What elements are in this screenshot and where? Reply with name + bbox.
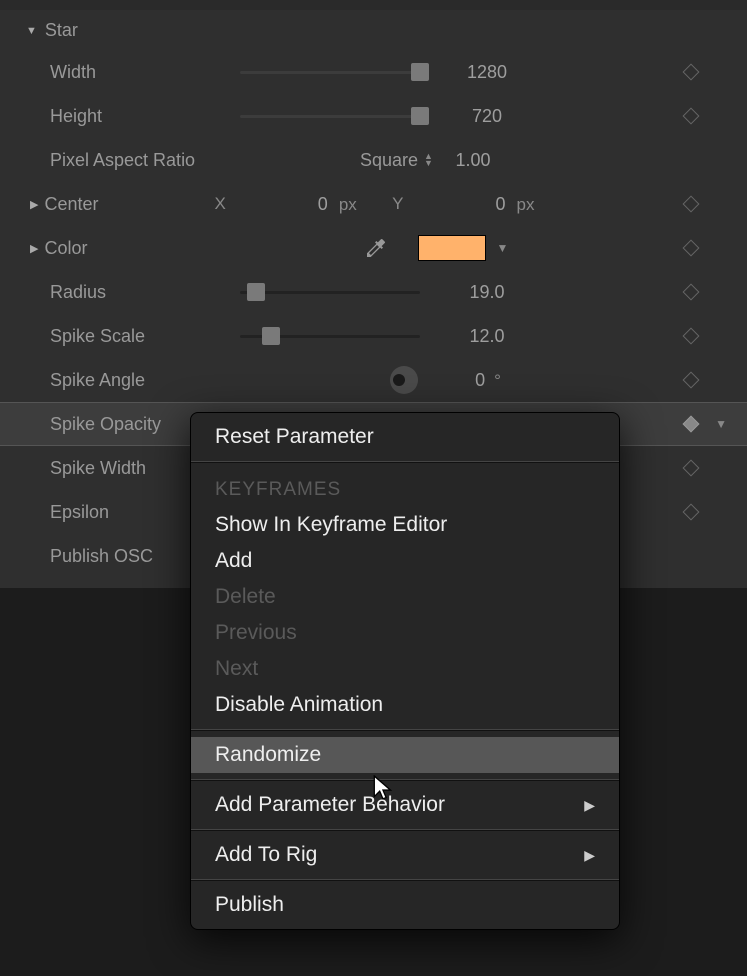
param-label: Color (44, 238, 214, 259)
param-label: Width (50, 62, 240, 83)
spike-scale-slider[interactable] (240, 335, 420, 338)
unit-label: px (339, 195, 357, 214)
menu-label: Add To Rig (215, 843, 317, 867)
radius-slider[interactable] (240, 291, 420, 294)
degree-unit: ° (494, 371, 501, 390)
menu-add-to-rig[interactable]: Add To Rig ▶ (191, 837, 619, 873)
menu-label: Add Parameter Behavior (215, 793, 445, 817)
unit-label: px (517, 195, 535, 214)
menu-previous-keyframe: Previous (191, 615, 619, 651)
menu-separator (191, 829, 619, 831)
param-label: Pixel Aspect Ratio (50, 150, 240, 171)
center-y-value[interactable]: 0 (445, 194, 505, 215)
param-row-center: Center X 0 px Y 0 px (0, 182, 747, 226)
width-slider[interactable] (240, 71, 420, 74)
group-header[interactable]: Star (0, 10, 747, 50)
param-row-height: Height 720 (0, 94, 747, 138)
width-value[interactable]: 1280 (432, 62, 542, 83)
radius-value[interactable]: 19.0 (432, 282, 542, 303)
context-menu: Reset Parameter KEYFRAMES Show In Keyfra… (190, 412, 620, 930)
group-title: Star (45, 20, 78, 41)
param-row-color: Color ▼ (0, 226, 747, 270)
submenu-arrow-icon: ▶ (584, 847, 595, 864)
param-label: Center (44, 194, 214, 215)
menu-add-parameter-behavior[interactable]: Add Parameter Behavior ▶ (191, 787, 619, 823)
stepper-icon: ▲▼ (424, 153, 433, 167)
disclosure-closed-icon[interactable] (30, 197, 38, 212)
slider-thumb[interactable] (262, 327, 280, 345)
disclosure-open-icon[interactable] (26, 23, 37, 38)
aspect-option: Square (360, 150, 418, 171)
y-axis-label: Y (392, 194, 410, 214)
param-label: Spike Angle (50, 370, 240, 391)
menu-separator (191, 461, 619, 463)
angle-dial[interactable] (390, 366, 418, 394)
param-row-spike-scale: Spike Scale 12.0 (0, 314, 747, 358)
center-xy-control: X 0 px Y 0 px (214, 194, 534, 215)
menu-randomize[interactable]: Randomize (191, 737, 619, 773)
height-slider[interactable] (240, 115, 420, 118)
param-label: Spike Scale (50, 326, 240, 347)
menu-section-keyframes: KEYFRAMES (191, 469, 619, 507)
param-row-aspect: Pixel Aspect Ratio Square ▲▼ 1.00 (0, 138, 747, 182)
aspect-value[interactable]: 1.00 (433, 150, 513, 171)
menu-next-keyframe: Next (191, 651, 619, 687)
height-value[interactable]: 720 (432, 106, 542, 127)
angle-number: 0 (475, 370, 485, 390)
eyedropper-icon[interactable] (364, 236, 388, 260)
submenu-arrow-icon: ▶ (584, 797, 595, 814)
menu-delete-keyframe: Delete (191, 579, 619, 615)
color-swatch[interactable] (418, 235, 486, 261)
param-row-radius: Radius 19.0 (0, 270, 747, 314)
disclosure-closed-icon[interactable] (30, 241, 38, 256)
spike-angle-value[interactable]: 0 ° (438, 370, 538, 391)
slider-thumb[interactable] (247, 283, 265, 301)
spike-scale-value[interactable]: 12.0 (432, 326, 542, 347)
menu-separator (191, 879, 619, 881)
menu-reset-parameter[interactable]: Reset Parameter (191, 419, 619, 455)
menu-show-in-keyframe-editor[interactable]: Show In Keyframe Editor (191, 507, 619, 543)
aspect-dropdown[interactable]: Square ▲▼ (360, 150, 433, 171)
x-axis-label: X (214, 194, 232, 214)
slider-thumb[interactable] (411, 107, 429, 125)
slider-thumb[interactable] (411, 63, 429, 81)
param-row-spike-angle: Spike Angle 0 ° (0, 358, 747, 402)
menu-separator (191, 729, 619, 731)
chevron-down-icon[interactable]: ▼ (715, 417, 727, 431)
menu-publish[interactable]: Publish (191, 887, 619, 923)
center-x-value[interactable]: 0 (268, 194, 328, 215)
menu-disable-animation[interactable]: Disable Animation (191, 687, 619, 723)
param-label: Height (50, 106, 240, 127)
menu-add-keyframe[interactable]: Add (191, 543, 619, 579)
menu-separator (191, 779, 619, 781)
chevron-down-icon[interactable]: ▼ (496, 241, 508, 255)
param-label: Radius (50, 282, 240, 303)
param-row-width: Width 1280 (0, 50, 747, 94)
